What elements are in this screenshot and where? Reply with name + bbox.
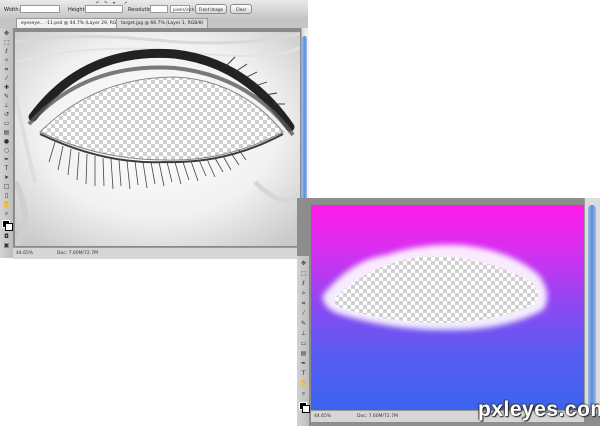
notes-tool-icon[interactable]: ▯: [2, 192, 11, 199]
height-label: Height:: [68, 7, 87, 13]
gradient-tool-icon[interactable]: ▤: [2, 129, 11, 136]
zoom-level[interactable]: 44.65%: [16, 248, 33, 259]
brush-tool-icon[interactable]: ✎: [2, 93, 11, 100]
resolution-unit-select[interactable]: pixels/inch: [170, 5, 194, 13]
chevron-down-icon[interactable]: ▾: [113, 0, 115, 5]
crop-tool-icon[interactable]: ⌗: [299, 300, 308, 307]
lasso-tool-icon[interactable]: ℓ: [299, 280, 308, 287]
eraser-icon[interactable]: ▭: [299, 340, 308, 347]
document-tab-bar: eyeseye... -11.psd @ 44.7% (Layer 29, RG…: [0, 17, 308, 29]
brush-tool-icon[interactable]: ✎: [299, 320, 308, 327]
path-select-icon[interactable]: ➤: [2, 174, 11, 181]
magic-wand-icon[interactable]: ✧: [299, 290, 308, 297]
clear-button[interactable]: Clear: [230, 4, 252, 14]
redo-icon[interactable]: ↷: [104, 0, 107, 5]
zoom-tool-icon[interactable]: ⌕: [299, 390, 308, 397]
zoom-level[interactable]: 44.65%: [314, 411, 331, 422]
move-tool-icon[interactable]: ✥: [299, 260, 308, 267]
watermark-logo: pxleyes.com: [478, 398, 600, 421]
dodge-tool-icon[interactable]: ○: [2, 147, 11, 154]
height-field[interactable]: [85, 5, 123, 13]
hand-tool-icon[interactable]: ✋: [299, 380, 308, 387]
gradient-artwork: [322, 244, 548, 331]
undo-icon[interactable]: ↶: [96, 0, 99, 5]
background-color-icon[interactable]: [5, 223, 13, 231]
tab-label: target.jpg @ 66.7% (Layer 1, RGB/8): [121, 21, 204, 26]
magic-wand-icon[interactable]: ✧: [2, 57, 11, 64]
hand-tool-icon[interactable]: ✋: [2, 201, 11, 208]
tab-label: eyeseye... -11.psd @ 44.7% (Layer 29, RG…: [21, 21, 126, 26]
gradient-canvas[interactable]: [311, 205, 584, 410]
tab-target-document[interactable]: target.jpg @ 66.7% (Layer 1, RGB/8): [116, 18, 209, 28]
pen-tool-icon[interactable]: ✒: [299, 360, 308, 367]
eye-artwork: [15, 32, 300, 246]
blur-tool-icon[interactable]: ●: [2, 138, 11, 145]
gradient-tool-icon[interactable]: ▤: [299, 350, 308, 357]
healing-brush-icon[interactable]: ✚: [2, 84, 11, 91]
lasso-tool-icon[interactable]: ℓ: [2, 48, 11, 55]
zoom-tool-icon[interactable]: ⌕: [2, 210, 11, 217]
screen-mode-icon[interactable]: ▣: [2, 242, 11, 249]
toolbox: ✥ ⬚ ℓ ✧ ⌗ ⁄ ✚ ✎ ⊥ ↺ ▭ ▤ ● ○ ✒ T ➤ □ ▯ ✋ …: [0, 28, 14, 258]
tab-eye-document[interactable]: eyeseye... -11.psd @ 44.7% (Layer 29, RG…: [16, 18, 131, 28]
clone-stamp-icon[interactable]: ⊥: [2, 102, 11, 109]
pen-tool-icon[interactable]: ✒: [2, 156, 11, 163]
doc-size: Doc: 7.60M/72.7M: [57, 251, 98, 256]
move-tool-icon[interactable]: ✥: [2, 30, 11, 37]
type-tool-icon[interactable]: T: [2, 165, 11, 172]
eraser-icon[interactable]: ▭: [2, 120, 11, 127]
history-brush-icon[interactable]: ↺: [2, 111, 11, 118]
arrow-icon[interactable]: ➚: [124, 0, 127, 5]
type-tool-icon[interactable]: T: [299, 370, 308, 377]
doc-size: Doc: 7.60M/72.7M: [357, 414, 398, 419]
width-label: Width:: [4, 7, 21, 13]
shape-tool-icon[interactable]: □: [2, 183, 11, 190]
crop-tool-icon[interactable]: ⌗: [2, 66, 11, 73]
eyedropper-icon[interactable]: ⁄: [2, 75, 11, 82]
front-image-button[interactable]: Front Image: [195, 4, 227, 14]
status-bar: 44.65% Doc: 7.60M/72.7M: [13, 247, 301, 259]
marquee-tool-icon[interactable]: ⬚: [299, 270, 308, 277]
width-field[interactable]: [20, 5, 60, 13]
eyedropper-icon[interactable]: ⁄: [299, 310, 308, 317]
options-bar: Width: Height: Resolution: pixels/inch F…: [0, 0, 308, 18]
marquee-tool-icon[interactable]: ⬚: [2, 39, 11, 46]
quick-mask-icon[interactable]: ◘: [2, 233, 11, 240]
resolution-field[interactable]: [150, 5, 168, 13]
background-color-icon[interactable]: [302, 405, 310, 413]
toolbox-secondary: ✥ ⬚ ℓ ✧ ⌗ ⁄ ✎ ⊥ ▭ ▤ ✒ T ✋ ⌕: [297, 256, 310, 426]
clone-stamp-icon[interactable]: ⊥: [299, 330, 308, 337]
scrollbar-thumb-secondary[interactable]: [588, 205, 596, 410]
eye-canvas[interactable]: [15, 32, 300, 246]
